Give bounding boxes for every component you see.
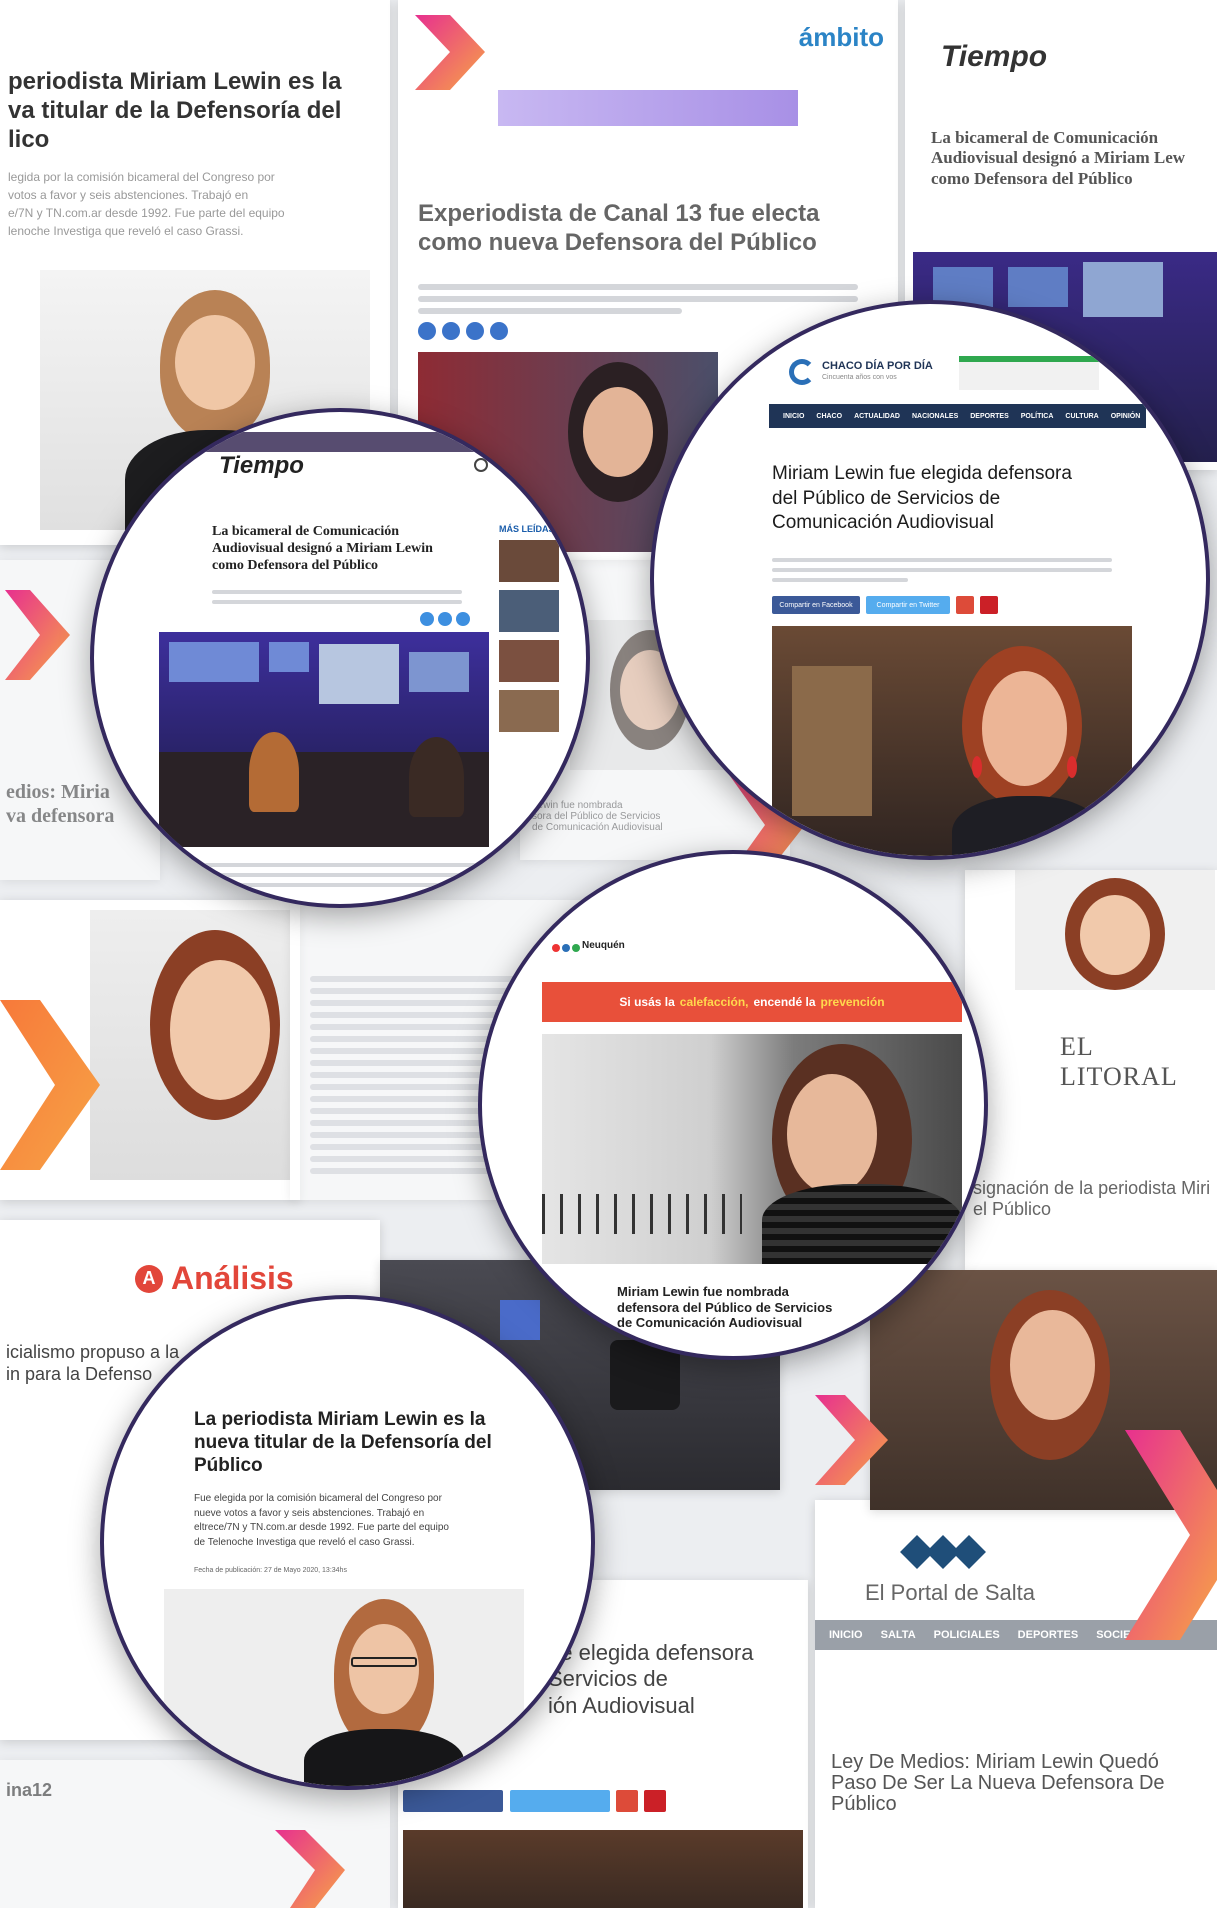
circle-tn: La periodista Miriam Lewin es la nueva t…	[100, 1295, 595, 1790]
analisis-logo: Análisis	[171, 1260, 294, 1296]
clipping-headline: Ley De Medios: Miriam Lewin Quedó Paso D…	[831, 1751, 1165, 1815]
publication-date: Fecha de publicación: 27 de Mayo 2020, 1…	[194, 1567, 347, 1574]
nav-item[interactable]: POLÍTICA	[1021, 413, 1054, 420]
nav-item[interactable]: NACIONALES	[912, 413, 958, 420]
el-portal-logo: El Portal de Salta	[865, 1580, 1035, 1605]
portrait-photo	[164, 1589, 524, 1786]
share-pinterest-button[interactable]	[980, 596, 998, 614]
nav-item[interactable]: INICIO	[829, 1629, 863, 1641]
circle-chaco: CHACO DÍA POR DÍA Cincuenta años con vos…	[650, 300, 1210, 860]
clipping-headline: signación de la periodista Miri el Públi…	[973, 1178, 1211, 1219]
sidebar-thumb[interactable]	[499, 540, 559, 582]
chevron-arrow-icon	[815, 1395, 888, 1485]
nav-item[interactable]: CULTURA	[1065, 413, 1098, 420]
nav-item[interactable]: POLICIALES	[934, 1629, 1000, 1641]
tv-control-room-photo	[159, 632, 489, 847]
sidebar-thumb[interactable]	[499, 590, 559, 632]
chevron-arrow-icon	[1125, 1430, 1217, 1640]
article-summary: Fue elegida por la comisión bicameral de…	[194, 1493, 449, 1548]
el-portal-diamond-icon	[900, 1535, 986, 1569]
ad-banner	[498, 90, 798, 126]
article-headline: Miriam Lewin fue nombrada defensora del …	[617, 1284, 833, 1331]
share-icons	[418, 322, 508, 340]
chevron-arrow-icon	[275, 1830, 345, 1908]
portrait-photo	[1015, 870, 1215, 990]
neuquen-banner: Si usás la calefacción, encendé la preve…	[542, 982, 962, 1022]
nav-item[interactable]: ACTUALIDAD	[854, 413, 900, 420]
share-pinterest-button[interactable]	[644, 1790, 666, 1812]
article-headline: La periodista Miriam Lewin es la nueva t…	[194, 1409, 492, 1476]
chaco-nav: INICIO CHACO ACTUALIDAD NACIONALES DEPOR…	[769, 404, 1146, 428]
share-twitter-button[interactable]	[510, 1790, 610, 1812]
chevron-arrow-icon	[5, 590, 70, 680]
nav-item[interactable]: DEPORTES	[970, 413, 1009, 420]
sidebar-title: MÁS LEÍDAS	[499, 524, 555, 534]
chaco-tagline: Cincuenta años con vos	[822, 374, 897, 381]
sidebar-thumb[interactable]	[499, 690, 559, 732]
share-google-button[interactable]	[616, 1790, 638, 1812]
clipping-headline: ue elegida defensora Servicios de ión Au…	[548, 1640, 754, 1718]
article-headline: La bicameral de Comunicación Audiovisual…	[212, 524, 433, 573]
chaco-logo-icon	[789, 359, 815, 385]
portrait-photo	[542, 1034, 962, 1264]
search-icon[interactable]	[474, 458, 488, 472]
tiempo-logo: Tiempo	[219, 452, 304, 479]
neuquen-logo-icon	[552, 944, 580, 952]
chaco-logo: CHACO DÍA POR DÍA	[822, 360, 933, 372]
ad-banner	[959, 356, 1099, 390]
analisis-logo-area: A Análisis	[135, 1260, 294, 1297]
analisis-icon: A	[135, 1264, 163, 1293]
circle-neuquen: Neuquén Si usás la calefacción, encendé …	[478, 850, 988, 1360]
clipping-el-litoral: EL LITORAL signación de la periodista Mi…	[965, 870, 1217, 1270]
share-google-button[interactable]	[956, 596, 974, 614]
el-litoral-logo: EL LITORAL	[1060, 1032, 1178, 1091]
share-facebook-button[interactable]	[403, 1790, 503, 1812]
article-headline: Miriam Lewin fue elegida defensora del P…	[772, 463, 1072, 534]
circle-tiempo: Tiempo La bicameral de Comunicación Audi…	[90, 408, 590, 908]
tiempo-logo: Tiempo	[941, 40, 1048, 73]
portrait-photo	[772, 626, 1132, 856]
pagina12-logo: ina12	[6, 1780, 53, 1800]
nav-item[interactable]: DEPORTES	[1018, 1629, 1079, 1641]
share-facebook-button[interactable]: Compartir en Facebook	[772, 596, 860, 614]
ambito-logo: ámbito	[798, 22, 884, 52]
clipping-summary: legida por la comisión bicameral del Con…	[8, 170, 285, 238]
share-icons	[420, 612, 470, 626]
press-collage: periodista Miriam Lewin es la va titular…	[0, 0, 1217, 1908]
clipping-headline: Experiodista de Canal 13 fue electa como…	[418, 200, 820, 256]
nav-item[interactable]: OPINIÓN	[1111, 413, 1141, 420]
chevron-arrow-icon	[0, 1000, 100, 1170]
share-twitter-button[interactable]: Compartir en Twitter	[866, 596, 950, 614]
neuquen-logo: Neuquén	[582, 940, 625, 951]
clipping-headline: periodista Miriam Lewin es la va titular…	[8, 68, 342, 153]
nav-item[interactable]: CHACO	[816, 413, 842, 420]
chevron-arrow-icon	[415, 15, 485, 90]
sidebar-thumb[interactable]	[499, 640, 559, 682]
nav-item[interactable]: SALTA	[881, 1629, 916, 1641]
clipping-headline: La bicameral de Comunicación Audiovisual…	[931, 128, 1186, 188]
nav-item[interactable]: INICIO	[783, 413, 804, 420]
